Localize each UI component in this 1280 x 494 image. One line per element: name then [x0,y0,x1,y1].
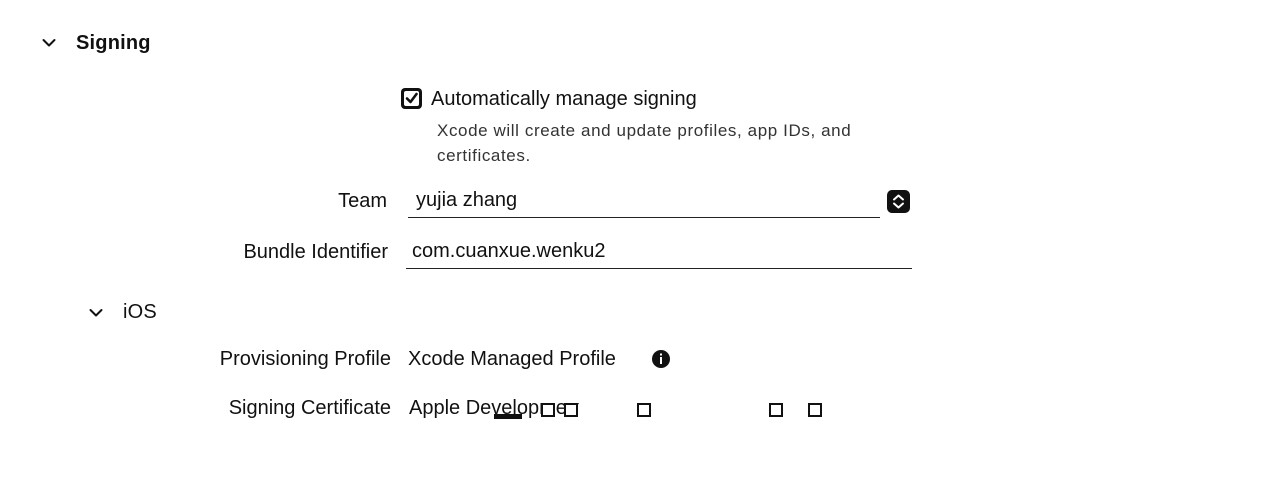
signing-certificate-label: Signing Certificate [228,397,391,419]
provisioning-profile-value: Xcode Managed Profile [408,348,616,370]
render-artifact-square [769,403,783,417]
render-artifact-square [637,403,651,417]
ios-section-title: iOS [123,301,157,323]
team-value: yujia zhang [416,189,518,211]
render-artifact-square [808,403,822,417]
team-popup[interactable]: yujia zhang [408,187,880,218]
bundle-identifier-field[interactable]: com.cuanxue.wenku2 [406,238,912,269]
info-icon[interactable] [651,349,671,369]
checkmark-icon [404,91,419,106]
auto-manage-signing-checkbox[interactable] [401,88,422,109]
render-artifact [494,414,522,419]
signing-disclosure-chevron-icon[interactable] [42,38,56,48]
popup-stepper-icon[interactable] [887,190,910,213]
signing-section-title: Signing [76,32,151,54]
auto-manage-signing-label[interactable]: Automatically manage signing [431,88,697,111]
render-artifact-square [564,403,578,417]
bundle-identifier-value: com.cuanxue.wenku2 [412,240,606,262]
bundle-identifier-label: Bundle Identifier [243,241,388,263]
provisioning-profile-label: Provisioning Profile [219,348,391,370]
auto-manage-signing-description: Xcode will create and update profiles, a… [437,121,852,165]
team-label: Team [338,190,387,212]
ios-disclosure-chevron-icon[interactable] [89,308,103,318]
render-artifact-square [541,403,555,417]
